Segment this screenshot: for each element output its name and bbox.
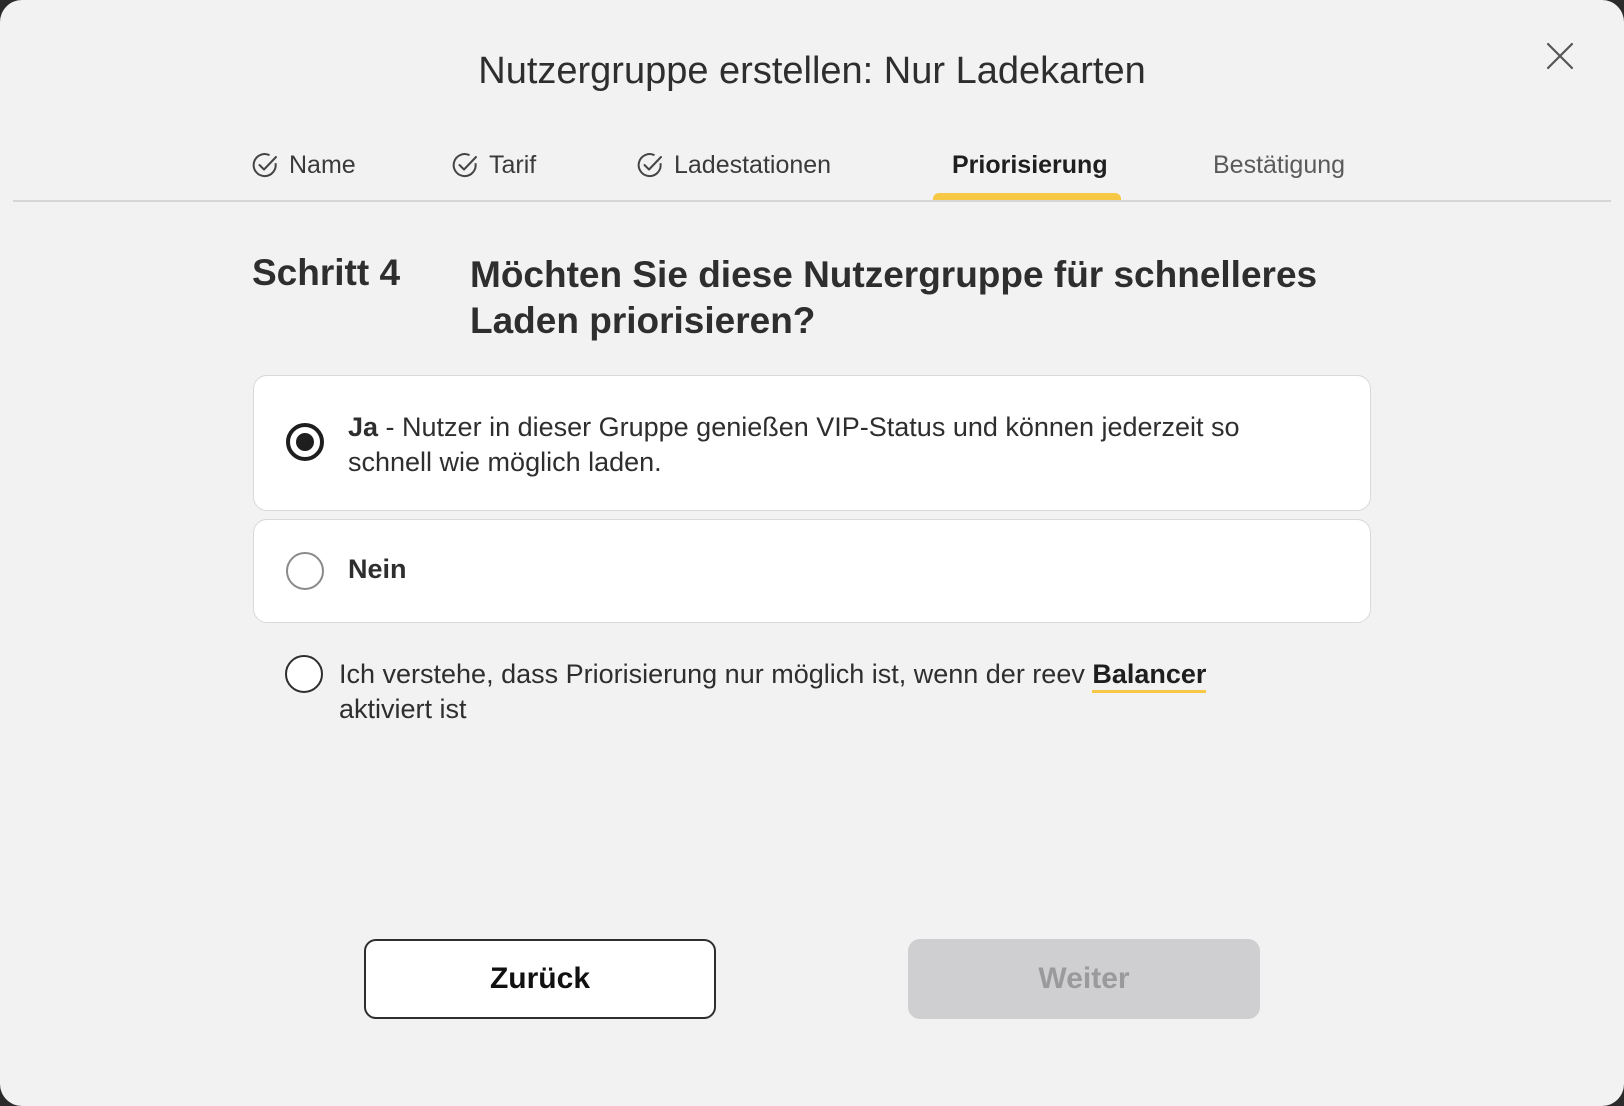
check-circle-icon (637, 153, 662, 178)
tab-name[interactable]: Name (251, 148, 356, 182)
check-circle-icon (252, 153, 277, 178)
tab-priorisierung[interactable]: Priorisierung (952, 148, 1108, 182)
consent-text-before: Ich verstehe, dass Priorisierung nur mög… (339, 659, 1093, 689)
balancer-link[interactable]: Balancer (1092, 659, 1207, 693)
tab-name-label: Name (289, 150, 356, 179)
next-button[interactable]: Weiter (908, 939, 1260, 1019)
dialog-title: Nutzergruppe erstellen: Nur Ladekarten (478, 50, 1146, 92)
consent-checkbox[interactable] (285, 655, 323, 693)
back-button[interactable]: Zurück (364, 939, 716, 1019)
step-navigation: Name Tarif Ladestationen Priorisierung B… (0, 130, 1624, 202)
option-no-label: Nein (348, 554, 407, 584)
tab-bestaetigung[interactable]: Bestätigung (1213, 148, 1345, 182)
tab-tarif[interactable]: Tarif (451, 148, 536, 182)
option-no[interactable]: Nein (253, 519, 1371, 623)
tabs-divider (13, 200, 1611, 202)
radio-yes[interactable] (286, 423, 324, 461)
consent-text-after: aktiviert ist (339, 694, 467, 724)
tab-priorisierung-label: Priorisierung (952, 150, 1108, 179)
option-yes[interactable]: Ja - Nutzer in dieser Gruppe genießen VI… (253, 375, 1371, 511)
consent-text: Ich verstehe, dass Priorisierung nur mög… (339, 657, 1279, 727)
tab-ladestationen-label: Ladestationen (674, 150, 832, 179)
step-question: Möchten Sie diese Nutzergruppe für schne… (470, 254, 1318, 341)
step-number: Schritt 4 (252, 252, 401, 293)
tab-bestaetigung-label: Bestätigung (1213, 150, 1346, 179)
create-user-group-dialog: Nutzergruppe erstellen: Nur Ladekarten N… (0, 0, 1624, 1106)
balancer-consent: Ich verstehe, dass Priorisierung nur mög… (285, 655, 1285, 735)
radio-no[interactable] (286, 552, 324, 590)
tab-ladestationen[interactable]: Ladestationen (636, 148, 831, 182)
tab-tarif-label: Tarif (489, 150, 537, 179)
option-yes-label: Ja (348, 412, 379, 442)
option-yes-description: - Nutzer in dieser Gruppe genießen VIP-S… (348, 412, 1240, 477)
check-circle-icon (452, 153, 477, 178)
option-yes-text: Ja - Nutzer in dieser Gruppe genießen VI… (348, 410, 1310, 480)
